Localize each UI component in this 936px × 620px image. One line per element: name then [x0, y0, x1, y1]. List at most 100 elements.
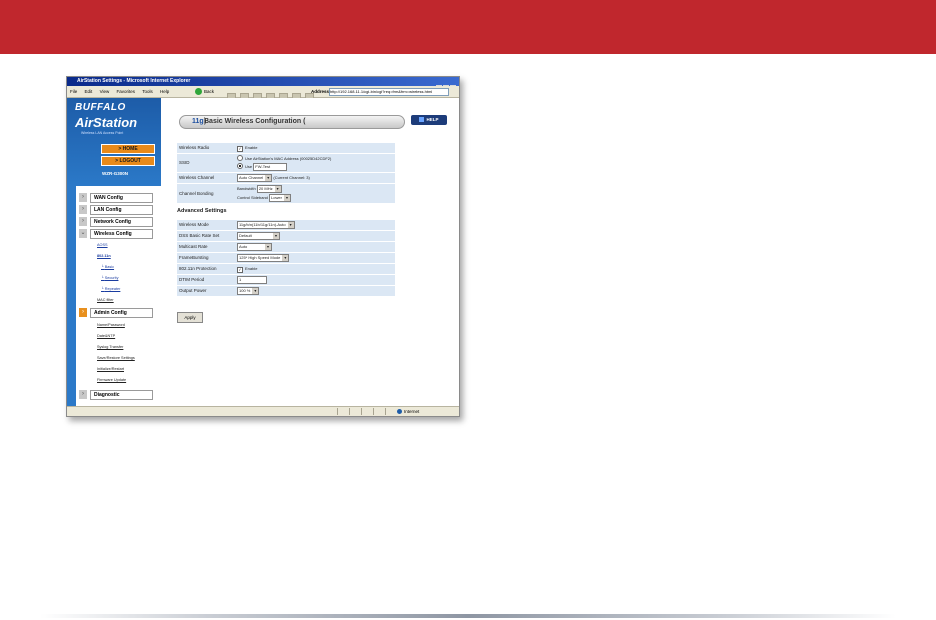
browser-window-screenshot: AirStation Settings - Microsoft Internet… [66, 76, 460, 417]
field-label: SSID [179, 160, 190, 165]
config-main: Basic Wireless Configuration (11g) HELP … [163, 98, 457, 406]
address-bar[interactable]: http://192.168.11.1/cgi-bin/cgi?req=frm&… [329, 88, 449, 96]
sidebar-sub-mac-filter[interactable]: MAC filter [97, 298, 114, 302]
internet-zone: Internet [397, 407, 419, 416]
sidebar-sub-syslog[interactable]: Syslog Transfer [97, 345, 123, 349]
status-segment [373, 408, 384, 415]
brand-logo: BUFFALO [75, 102, 126, 113]
protection-checkbox[interactable]: ✓ Enable [237, 264, 257, 274]
menu-favorites[interactable]: Favorites [117, 89, 136, 94]
multicast-rate-select[interactable]: Auto [237, 243, 272, 251]
menu-tools[interactable]: Tools [142, 89, 153, 94]
sidebar-item-label: Admin Config [90, 308, 153, 318]
page-title: Basic Wireless Configuration (11g) [179, 115, 405, 129]
status-segment [349, 408, 360, 415]
home-button-label: HOME [122, 146, 138, 152]
checkbox-label: Enable [245, 145, 258, 150]
chevron-right-icon: › [79, 217, 87, 226]
logout-button-label: LOGOUT [119, 158, 141, 164]
ssid-custom-radio[interactable]: Use FW-Test [237, 163, 288, 171]
row-frame-bursting: FrameBursting 125* High Speed Mode [177, 253, 395, 264]
field-label: Wireless Mode [179, 222, 209, 227]
sidebar-sub-repeater[interactable]: └ Repeater [101, 287, 120, 291]
dtim-input[interactable]: 1 [237, 276, 267, 284]
sidebar-sub-firmware[interactable]: Firmware Update [97, 378, 126, 382]
status-segment [337, 408, 348, 415]
status-segment [385, 408, 396, 415]
ssid-input[interactable]: FW-Test [253, 163, 288, 171]
row-output-power: Output Power 100 % [177, 286, 395, 297]
window-titlebar: AirStation Settings - Microsoft Internet… [67, 77, 459, 91]
frame-bursting-select[interactable]: 125* High Speed Mode [237, 254, 290, 262]
ssid-mac-radio[interactable]: Use AirStation's MAC Address (00025D42CD… [237, 155, 331, 163]
address-label: Address [311, 89, 330, 94]
bandwidth-label: Bandwidth [237, 186, 256, 192]
sidebar-sub-basic[interactable]: └ Basic [101, 265, 114, 269]
router-sidebar: BUFFALO AirStation Wireless LAN Access P… [67, 98, 161, 406]
row-wireless-radio: Wireless Radio ✓ Enable [177, 143, 395, 154]
chevron-right-icon: › [79, 390, 87, 399]
row-wireless-mode: Wireless Mode 11g/b/n(11b/11g/11n)-Auto [177, 220, 395, 231]
sidebar-item-lan-config[interactable]: › LAN Config [79, 205, 157, 215]
field-label: Multicast Rate [179, 244, 208, 249]
sidebar-item-network-config[interactable]: › Network Config [79, 217, 157, 227]
sidebar-item-label: WAN Config [90, 193, 153, 203]
channel-select[interactable]: Auto Channel [237, 174, 273, 182]
row-dtim: DTIM Period 1 [177, 275, 395, 286]
page-title-suffix: ) [204, 118, 207, 125]
apply-button[interactable]: Apply [177, 312, 203, 323]
help-label: HELP [426, 117, 439, 122]
back-arrow-icon[interactable] [195, 88, 202, 95]
chevron-down-icon: › [79, 308, 87, 317]
menu-edit[interactable]: Edit [85, 89, 93, 94]
chevron-right-icon: › [79, 205, 87, 214]
sidebar-item-wireless-config[interactable]: ⌄ Wireless Config [79, 229, 157, 239]
menu-file[interactable]: File [70, 89, 77, 94]
back-button[interactable]: Back [204, 86, 214, 97]
globe-icon [397, 409, 402, 414]
sidebar-sub-label: Basic [104, 265, 115, 269]
browser-toolbar: File Edit View Favorites Tools Help Back… [67, 86, 459, 101]
basic-rate-select[interactable]: Default [237, 232, 280, 240]
window-title: AirStation Settings - Microsoft Internet… [77, 78, 191, 84]
sidebar-item-diagnostic[interactable]: › Diagnostic [79, 390, 157, 400]
sidebar-sub-save-restore[interactable]: Save/Restore Settings [97, 356, 135, 360]
logout-button[interactable]: > LOGOUT [101, 156, 155, 166]
radio-enable-checkbox[interactable]: ✓ Enable [237, 143, 257, 153]
output-power-select[interactable]: 100 % [237, 287, 260, 295]
sidebar-sub-initialize[interactable]: Initialize/Restart [97, 367, 124, 371]
radio-label: Use [245, 164, 253, 170]
sidebar-item-wan-config[interactable]: › WAN Config [79, 193, 157, 203]
checkbox-label: Enable [245, 266, 258, 271]
wireless-mode-select[interactable]: 11g/b/n(11b/11g/11n)-Auto [237, 221, 295, 229]
window-controls[interactable] [435, 78, 457, 91]
current-channel: (Current Channel: 3) [273, 175, 310, 181]
home-button[interactable]: > HOME [101, 144, 155, 154]
model-name: WZR-G300N [102, 171, 129, 176]
row-multicast-rate: Multicast Rate Auto [177, 242, 395, 253]
help-button[interactable]: HELP [411, 115, 447, 125]
sidebar-sub-name-password[interactable]: Name/Password [97, 323, 125, 327]
sidebar-sub-80211n[interactable]: 802.11n [97, 254, 111, 258]
bandwidth-select[interactable]: 20 MHz [256, 185, 282, 193]
menu-view[interactable]: View [100, 89, 110, 94]
sidebar-sub-label: Security [104, 276, 119, 280]
field-label: Output Power [179, 288, 207, 293]
control-sideband-select[interactable]: Lower [269, 194, 291, 202]
sidebar-sub-aoss[interactable]: AOSS [97, 243, 108, 247]
sidebar-item-admin-config[interactable]: › Admin Config [79, 308, 157, 318]
top-banner [0, 0, 936, 54]
sidebar-sub-security[interactable]: └ Security [101, 276, 118, 280]
field-label: Wireless Radio [179, 145, 210, 150]
row-channel-bonding: Channel Bonding Bandwidth 20 MHz Control… [177, 184, 395, 204]
browser-menu: File Edit View Favorites Tools Help [70, 86, 175, 97]
row-wireless-channel: Wireless Channel Auto Channel (Current C… [177, 173, 395, 184]
field-label: DSS Basic Rate Set [179, 233, 220, 238]
row-ssid: SSID Use AirStation's MAC Address (00025… [177, 154, 395, 173]
sidebar-header: BUFFALO AirStation Wireless LAN Access P… [67, 98, 161, 186]
sidebar-sub-date-ntp[interactable]: Date&NTP [97, 334, 115, 338]
field-label: FrameBursting [179, 255, 209, 260]
browser-statusbar: Internet [67, 406, 459, 416]
control-sideband-label: Control Sideband [237, 195, 268, 201]
menu-help[interactable]: Help [160, 89, 169, 94]
